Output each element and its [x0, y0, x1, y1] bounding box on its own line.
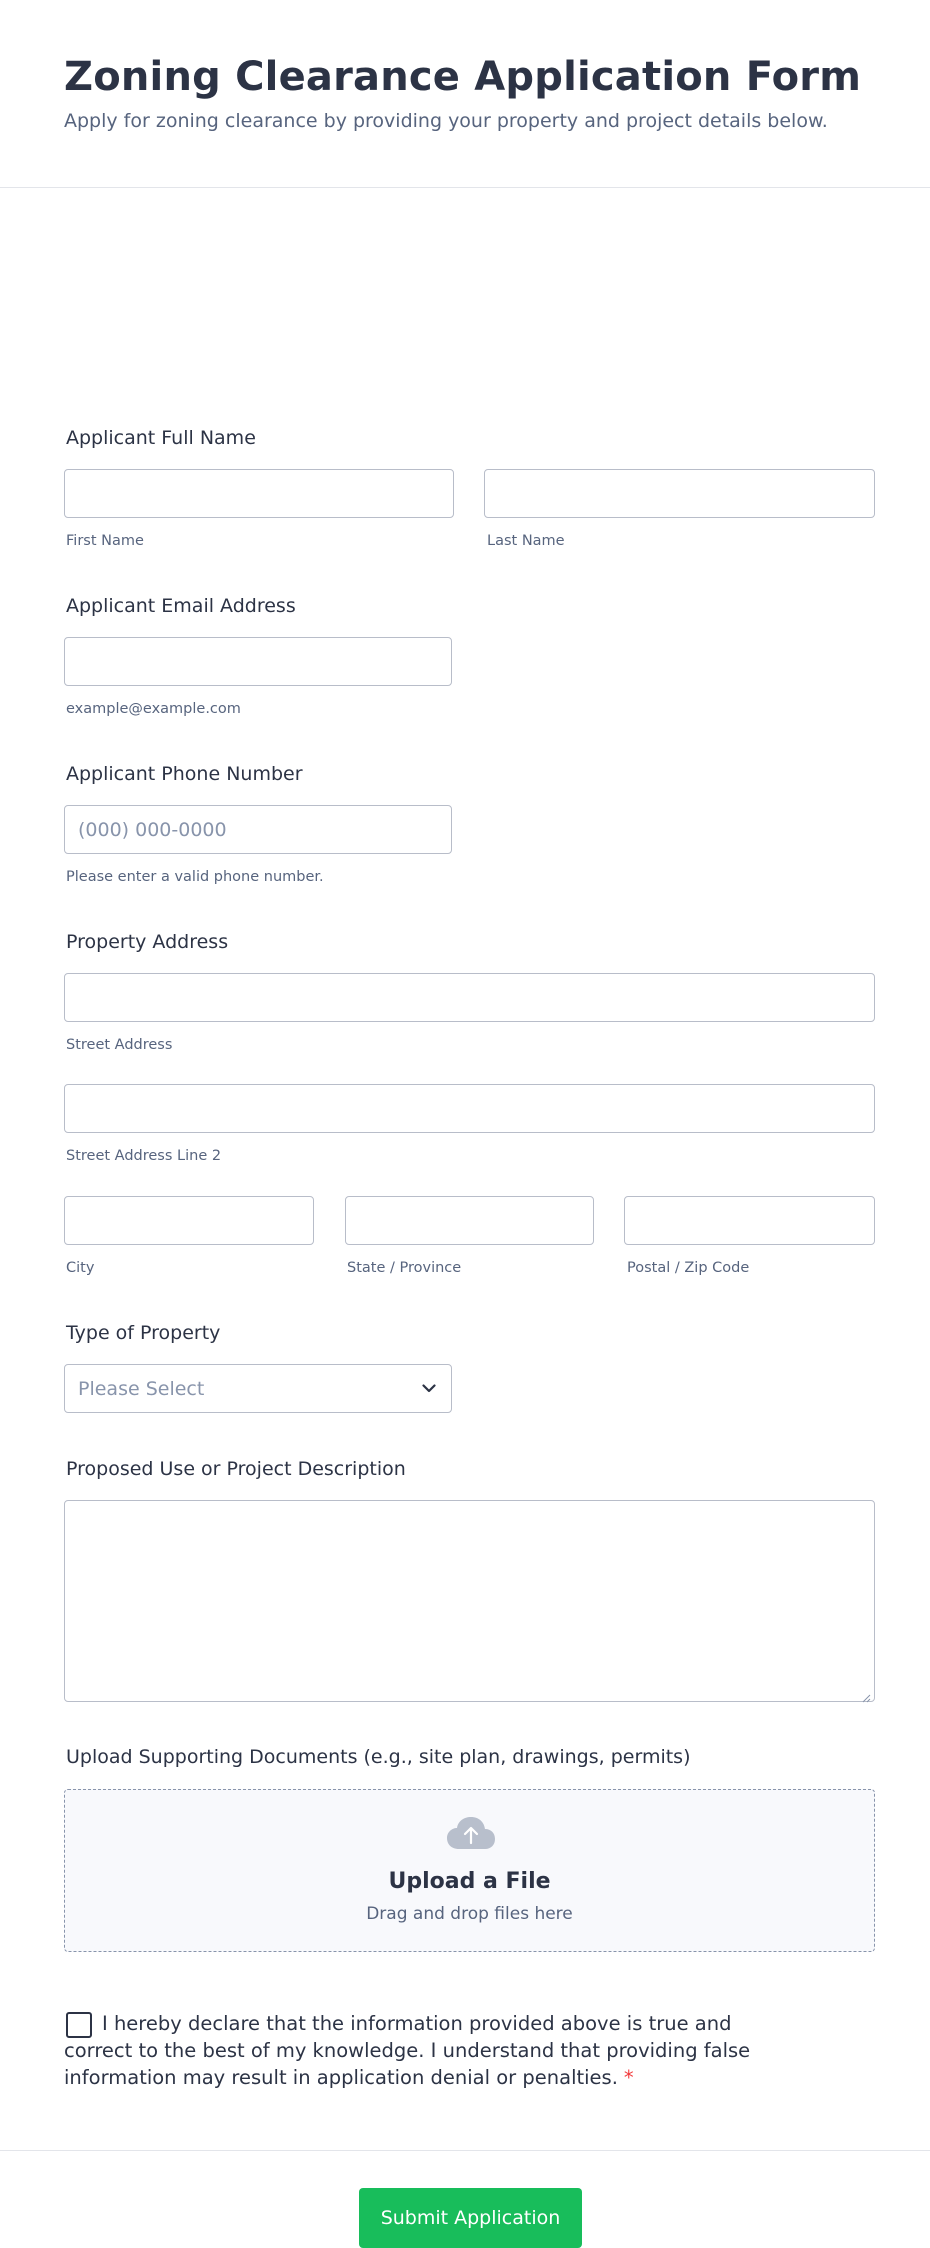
city-sublabel: City [66, 1260, 95, 1276]
last-name-sublabel: Last Name [487, 533, 565, 549]
zip-input[interactable] [624, 1196, 875, 1245]
property-address-label: Property Address [66, 931, 229, 953]
submit-button[interactable]: Submit Application [359, 2188, 582, 2248]
full-name-label: Applicant Full Name [66, 427, 256, 449]
street-address-line2-sublabel: Street Address Line 2 [66, 1148, 222, 1164]
email-label: Applicant Email Address [66, 595, 296, 617]
email-sublabel: example@example.com [66, 701, 241, 717]
phone-sublabel: Please enter a valid phone number. [66, 869, 324, 885]
required-asterisk: * [623, 2066, 634, 2089]
first-name-sublabel: First Name [66, 533, 144, 549]
state-sublabel: State / Province [347, 1260, 462, 1276]
property-type-selected: Please Select [78, 1377, 205, 1400]
property-type-select[interactable]: Please Select [64, 1364, 452, 1413]
city-input[interactable] [64, 1196, 314, 1245]
form-header: Zoning Clearance Application Form Apply … [0, 0, 930, 188]
file-upload-dropzone[interactable]: Upload a File Drag and drop files here [64, 1789, 875, 1952]
street-address-input[interactable] [64, 973, 875, 1022]
street-address-line2-input[interactable] [64, 1084, 875, 1133]
page-title: Zoning Clearance Application Form [64, 54, 862, 100]
declaration-label: I hereby declare that the information pr… [64, 2012, 751, 2089]
street-address-sublabel: Street Address [66, 1037, 173, 1053]
declaration-text: I hereby declare that the information pr… [64, 2010, 784, 2091]
upload-subtitle: Drag and drop files here [366, 1904, 573, 1924]
property-type-label: Type of Property [66, 1322, 221, 1344]
phone-label: Applicant Phone Number [66, 763, 303, 785]
footer-divider [0, 2150, 930, 2151]
cloud-upload-icon [446, 1816, 496, 1854]
last-name-input[interactable] [484, 469, 875, 518]
chevron-down-icon [420, 1380, 438, 1398]
upload-title: Upload a File [388, 1869, 551, 1894]
first-name-input[interactable] [64, 469, 454, 518]
page-subtitle: Apply for zoning clearance by providing … [64, 110, 828, 132]
description-textarea[interactable] [64, 1500, 875, 1703]
state-input[interactable] [345, 1196, 594, 1245]
zip-sublabel: Postal / Zip Code [627, 1260, 750, 1276]
phone-input[interactable] [64, 805, 452, 854]
resize-grip-icon[interactable] [861, 1688, 871, 1703]
email-input[interactable] [64, 637, 452, 686]
upload-label: Upload Supporting Documents (e.g., site … [66, 1746, 691, 1768]
description-label: Proposed Use or Project Description [66, 1458, 406, 1480]
